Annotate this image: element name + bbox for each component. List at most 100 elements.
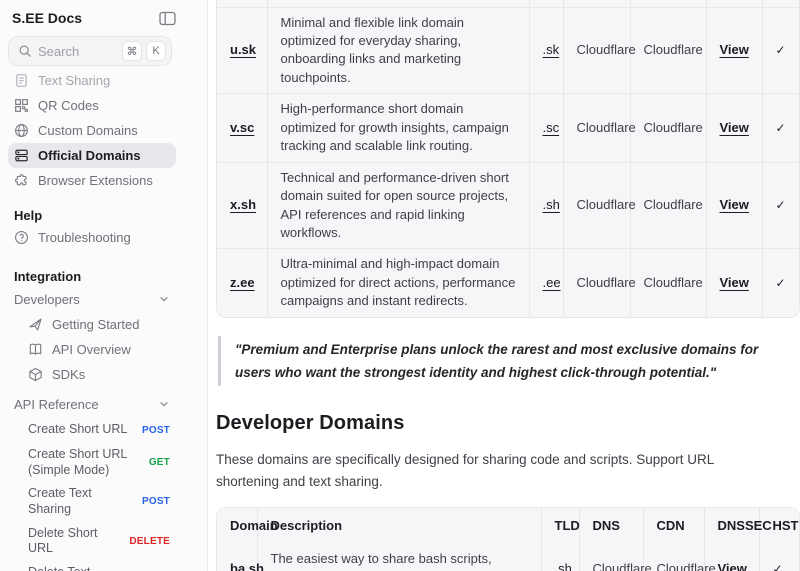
- cdn-value: Cloudflare: [630, 249, 706, 317]
- col-header-domain: Domain: [217, 508, 257, 544]
- table-row: u.sk Minimal and flexible link domain op…: [217, 7, 800, 94]
- dnssec-view-link[interactable]: View: [720, 42, 749, 57]
- dnssec-view-link[interactable]: View: [718, 561, 747, 571]
- globe-icon: [14, 123, 29, 138]
- table-row: v.sc High-performance short domain optim…: [217, 94, 800, 162]
- api-item-label: Delete Short URL: [28, 522, 121, 561]
- hsts-checkmark: ✓: [776, 43, 786, 57]
- developer-domains-table: Domain Description TLD DNS CDN DNSSEC HS…: [216, 507, 800, 571]
- domain-description: Technical and performance-driven short d…: [267, 162, 529, 249]
- api-item-label: Create Short URL: [28, 418, 127, 442]
- tld-link[interactable]: .sh: [555, 561, 572, 571]
- sidebar-item-create-short-url-simple[interactable]: Create Short URL (Simple Mode) GET: [8, 443, 176, 482]
- sidebar-item-label: SDKs: [52, 367, 85, 382]
- book-icon: [28, 342, 43, 357]
- cdn-value: Cloudflare: [630, 7, 706, 94]
- hsts-checkmark: ✓: [773, 562, 783, 571]
- sidebar-item-official-domains[interactable]: Official Domains: [8, 143, 176, 168]
- api-reference-group-toggle[interactable]: API Reference: [8, 391, 176, 417]
- table-row: z.ee Ultra-minimal and high-impact domai…: [217, 249, 800, 317]
- main-content: u.sk Minimal and flexible link domain op…: [216, 0, 800, 571]
- sidebar-item-delete-text-sharing[interactable]: Delete Text Sharing DELETE: [8, 561, 176, 571]
- premium-quote: "Premium and Enterprise plans unlock the…: [218, 336, 800, 386]
- cdn-value: Cloudflare: [630, 162, 706, 249]
- sidebar-item-label: Custom Domains: [38, 123, 138, 138]
- qr-code-icon: [14, 98, 29, 113]
- tld-link[interactable]: .ee: [543, 275, 561, 290]
- cdn-value: Cloudflare: [630, 94, 706, 162]
- sidebar-nav: Text Sharing QR Codes Custom Domains: [8, 68, 176, 193]
- table-row: x.sh Technical and performance-driven sh…: [217, 162, 800, 249]
- sidebar-item-create-text-sharing[interactable]: Create Text Sharing POST: [8, 482, 176, 521]
- dnssec-view-link[interactable]: View: [720, 197, 749, 212]
- app-title: S.EE Docs: [12, 10, 82, 26]
- api-item-label: Create Short URL (Simple Mode): [28, 443, 141, 482]
- sidebar-item-qr-codes[interactable]: QR Codes: [8, 93, 176, 118]
- sidebar-item-getting-started[interactable]: Getting Started: [22, 312, 190, 337]
- sidebar-item-label: API Overview: [52, 342, 131, 357]
- method-badge: POST: [142, 425, 170, 436]
- hsts-checkmark: ✓: [776, 121, 786, 135]
- domain-link[interactable]: ba.sh: [230, 561, 264, 571]
- method-badge: POST: [142, 496, 170, 507]
- search-shortcut: ⌘ K: [122, 41, 166, 61]
- sidebar-item-text-sharing[interactable]: Text Sharing: [8, 68, 176, 93]
- sidebar-item-troubleshooting[interactable]: Troubleshooting: [8, 225, 176, 250]
- domain-description: The easiest way to share bash scripts, s…: [257, 544, 541, 571]
- col-header-cdn: CDN: [643, 508, 704, 544]
- hsts-checkmark: ✓: [776, 198, 786, 212]
- sidebar-item-label: QR Codes: [38, 98, 99, 113]
- dnssec-view-link[interactable]: View: [720, 120, 749, 135]
- developer-domains-heading: Developer Domains: [216, 412, 800, 435]
- dns-value: Cloudflare: [563, 162, 630, 249]
- tld-link[interactable]: .sc: [543, 120, 560, 135]
- sidebar-header: S.EE Docs: [12, 8, 176, 28]
- tld-link[interactable]: .sk: [543, 42, 560, 57]
- group-label: Developers: [14, 292, 80, 307]
- col-header-tld: TLD: [541, 508, 579, 544]
- k-keycap: K: [146, 41, 166, 61]
- domain-description: Minimal and flexible link domain optimiz…: [267, 7, 529, 94]
- domain-link[interactable]: x.sh: [230, 197, 256, 212]
- domain-description: High-performance short domain optimized …: [267, 94, 529, 162]
- api-item-label: Delete Text Sharing: [28, 561, 121, 571]
- tld-link[interactable]: .sh: [543, 197, 560, 212]
- domain-link[interactable]: z.ee: [230, 275, 255, 290]
- cube-icon: [28, 367, 43, 382]
- dns-value: Cloudflare: [563, 94, 630, 162]
- help-section-heading: Help: [8, 205, 176, 225]
- dnssec-view-link[interactable]: View: [720, 275, 749, 290]
- search-input[interactable]: [38, 44, 116, 59]
- help-circle-icon: [14, 230, 29, 245]
- rocket-icon: [28, 317, 43, 332]
- developer-domains-intro: These domains are specifically designed …: [216, 449, 776, 493]
- sidebar-item-delete-short-url[interactable]: Delete Short URL DELETE: [8, 522, 176, 561]
- sidebar-item-label: Official Domains: [38, 148, 141, 163]
- sidebar-item-browser-extensions[interactable]: Browser Extensions: [8, 168, 176, 193]
- puzzle-icon: [14, 173, 29, 188]
- api-item-label: Create Text Sharing: [28, 482, 134, 521]
- sidebar-item-api-overview[interactable]: API Overview: [22, 337, 190, 362]
- table-header-row: Domain Description TLD DNS CDN DNSSEC HS…: [217, 508, 800, 544]
- sidebar-item-sdks[interactable]: SDKs: [22, 362, 190, 387]
- sidebar-toggle-icon[interactable]: [159, 11, 176, 26]
- sidebar-item-create-short-url[interactable]: Create Short URL POST: [8, 417, 176, 443]
- domain-link[interactable]: v.sc: [230, 120, 254, 135]
- col-header-dnssec: DNSSEC: [704, 508, 759, 544]
- table-row: ba.sh The easiest way to share bash scri…: [217, 544, 800, 571]
- app-window: S.EE Docs ⌘ K: [0, 0, 800, 571]
- chevron-down-icon: [158, 293, 170, 305]
- server-stack-icon: [14, 148, 29, 163]
- search-icon: [18, 44, 32, 58]
- sidebar: S.EE Docs ⌘ K: [0, 0, 208, 571]
- cdn-value: Cloudflare: [643, 544, 704, 571]
- dns-value: Cloudflare: [563, 249, 630, 317]
- col-header-description: Description: [257, 508, 541, 544]
- developers-group-toggle[interactable]: Developers: [8, 286, 176, 312]
- search-box[interactable]: ⌘ K: [8, 36, 172, 66]
- table-row-partial: [217, 0, 800, 7]
- sidebar-item-label: Troubleshooting: [38, 230, 131, 245]
- sidebar-item-label: Text Sharing: [38, 73, 110, 88]
- domain-link[interactable]: u.sk: [230, 42, 256, 57]
- sidebar-item-custom-domains[interactable]: Custom Domains: [8, 118, 176, 143]
